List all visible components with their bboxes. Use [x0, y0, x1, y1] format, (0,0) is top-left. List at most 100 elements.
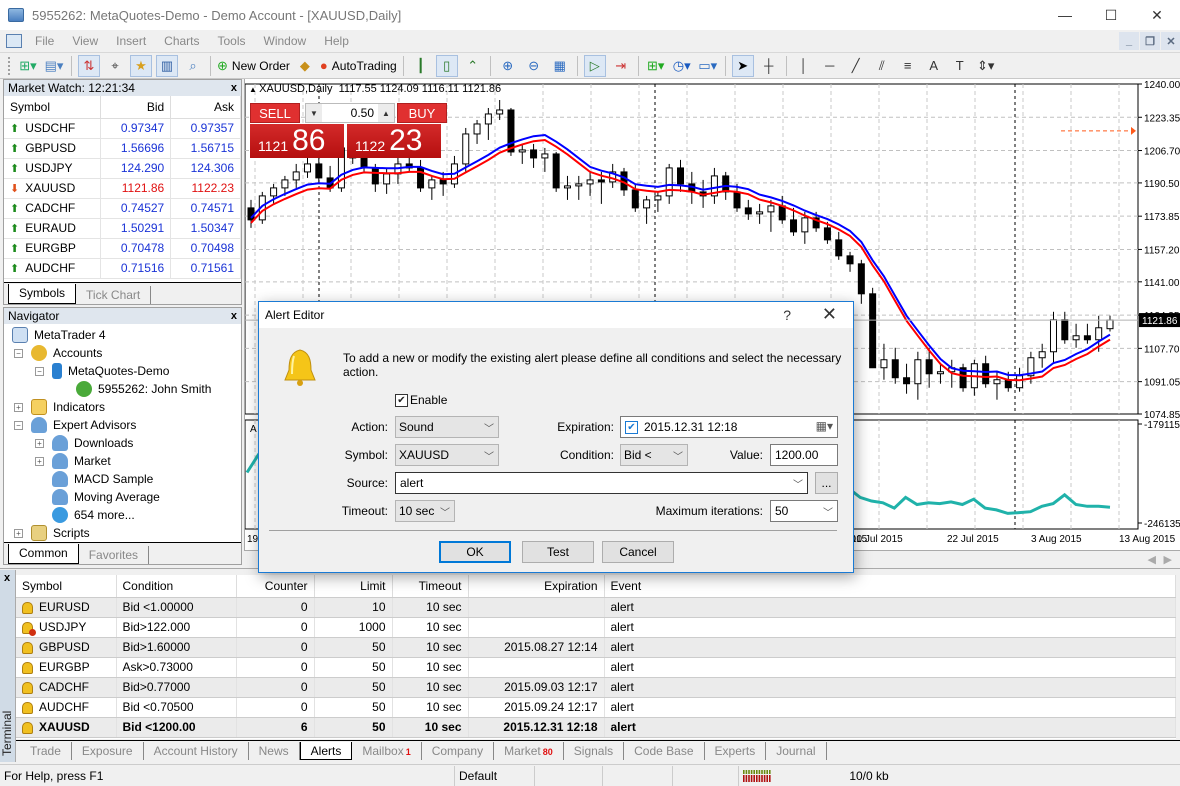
menu-help[interactable]: Help — [315, 34, 358, 48]
market-watch-icon[interactable]: ⇅ — [78, 54, 100, 77]
new-chart-icon[interactable]: ⊞▾ — [17, 55, 39, 77]
column-symbol[interactable]: Symbol — [16, 575, 117, 598]
column-event[interactable]: Event — [604, 575, 1176, 598]
alert-row[interactable]: EURUSD Bid <1.00000 0 10 10 sec alert — [16, 597, 1176, 618]
market-watch-row[interactable]: ⬇ XAUUSD 1121.86 1122.23 — [4, 178, 241, 199]
tab-company[interactable]: Company — [422, 742, 495, 760]
trendline-icon[interactable]: ╱ — [845, 55, 867, 77]
column-timeout[interactable]: Timeout — [392, 575, 469, 598]
horizontal-line-icon[interactable]: ─ — [819, 55, 841, 77]
strategy-tester-icon[interactable]: ⌕ — [182, 55, 204, 77]
cancel-button[interactable]: Cancel — [602, 541, 674, 563]
tree-item-downloads[interactable]: + Downloads — [35, 434, 133, 452]
calendar-icon[interactable]: ▦▾ — [816, 419, 833, 433]
mdi-restore-button[interactable]: ❐ — [1140, 32, 1160, 50]
autoscroll-icon[interactable]: ⇥ — [610, 55, 632, 77]
menu-tools[interactable]: Tools — [209, 34, 255, 48]
cursor-icon[interactable]: ➤ — [731, 54, 754, 77]
close-button[interactable]: ✕ — [1134, 0, 1180, 30]
tab-experts[interactable]: Experts — [705, 742, 767, 760]
close-icon[interactable]: x — [4, 572, 10, 584]
expiration-field[interactable]: ✔ 2015.12.31 12:18 ▦▾ — [620, 416, 838, 438]
market-watch-row[interactable]: ⬆ GBPUSD 1.56696 1.56715 — [4, 138, 241, 159]
expand-icon[interactable]: + — [14, 402, 23, 412]
lot-decrease-icon[interactable]: ▼ — [306, 104, 322, 122]
tab-mailbox[interactable]: Mailbox 1 — [352, 742, 422, 760]
tree-item-account[interactable]: 5955262: John Smith — [76, 380, 211, 398]
profiles-icon[interactable]: ▤▾ — [43, 55, 65, 77]
timeout-select[interactable]: 10 sec ﹀ — [395, 500, 455, 522]
collapse-icon[interactable]: − — [14, 348, 23, 358]
value-input[interactable]: 1200.00 — [770, 444, 838, 466]
max-iterations-select[interactable]: 50 ﹀ — [770, 500, 838, 522]
tab-news[interactable]: News — [249, 742, 300, 760]
market-watch-row[interactable]: ⬆ USDCHF 0.97347 0.97357 — [4, 118, 241, 139]
tree-item-metatrader[interactable]: MetaTrader 4 — [12, 326, 106, 344]
indicators-icon[interactable]: ⊞▾ — [645, 55, 667, 77]
tree-item-server[interactable]: − MetaQuotes-Demo — [35, 362, 169, 380]
symbol-select[interactable]: XAUUSD ﹀ — [395, 444, 499, 466]
data-window-icon[interactable]: ⌖ — [104, 55, 126, 77]
chart-window-icon[interactable] — [6, 34, 22, 48]
market-watch-row[interactable]: ⬆ USDJPY 124.290 124.306 — [4, 158, 241, 179]
expand-icon[interactable]: + — [35, 438, 44, 448]
autotrading-button[interactable]: ● AutoTrading — [320, 55, 397, 77]
tab-common[interactable]: Common — [8, 544, 79, 564]
lot-size-input[interactable]: ▼ 0.50 ▲ — [305, 103, 395, 123]
zoom-out-icon[interactable]: ⊖ — [523, 55, 545, 77]
metaeditor-icon[interactable]: ◆ — [294, 55, 316, 77]
alert-row[interactable]: USDJPY Bid>122.000 0 1000 10 sec alert — [16, 617, 1176, 638]
column-symbol[interactable]: Symbol — [4, 96, 102, 119]
sell-button[interactable]: SELL — [250, 103, 300, 123]
tab-exposure[interactable]: Exposure — [72, 742, 144, 760]
collapse-icon[interactable]: − — [14, 420, 23, 430]
fibonacci-icon[interactable]: ≡ — [897, 55, 919, 77]
tree-item-moving-average[interactable]: Moving Average — [52, 488, 160, 506]
tab-market[interactable]: Market 80 — [494, 742, 564, 760]
bar-chart-icon[interactable]: ┃ — [410, 55, 432, 77]
menu-charts[interactable]: Charts — [155, 34, 208, 48]
ok-button[interactable]: OK — [439, 541, 511, 563]
menu-view[interactable]: View — [63, 34, 107, 48]
tab-code-base[interactable]: Code Base — [624, 742, 705, 760]
chevron-down-icon[interactable]: ﹀ — [793, 476, 803, 491]
vertical-line-icon[interactable]: │ — [793, 55, 815, 77]
browse-button[interactable]: ... — [815, 472, 838, 494]
market-watch-row[interactable]: ⬆ AUDCHF 0.71516 0.71561 — [4, 258, 241, 279]
column-counter[interactable]: Counter — [236, 575, 315, 598]
terminal-icon[interactable]: ▥ — [156, 54, 178, 77]
toolbar-grip[interactable] — [8, 56, 11, 75]
equidistant-channel-icon[interactable]: ⫽ — [871, 55, 893, 77]
column-expiration[interactable]: Expiration — [468, 575, 605, 598]
market-watch-row[interactable]: ⬆ CADCHF 0.74527 0.74571 — [4, 198, 241, 219]
buy-button[interactable]: BUY — [397, 103, 447, 123]
column-condition[interactable]: Condition — [116, 575, 237, 598]
crosshair-icon[interactable]: ┼ — [758, 55, 780, 77]
tab-trade[interactable]: Trade — [20, 742, 72, 760]
expand-icon[interactable]: + — [35, 456, 44, 466]
tree-item-macd-sample[interactable]: MACD Sample — [52, 470, 153, 488]
market-watch-row[interactable]: ⬆ EURAUD 1.50291 1.50347 — [4, 218, 241, 239]
column-limit[interactable]: Limit — [314, 575, 393, 598]
close-icon[interactable]: x — [231, 82, 237, 94]
periods-icon[interactable]: ◷▾ — [671, 55, 693, 77]
templates-icon[interactable]: ▭▾ — [697, 55, 719, 77]
tile-windows-icon[interactable]: ▦ — [549, 55, 571, 77]
enable-checkbox[interactable]: ✔ Enable — [395, 393, 447, 407]
expand-icon[interactable]: + — [14, 528, 23, 538]
alert-row[interactable]: XAUUSD Bid <1200.00 6 50 10 sec 2015.12.… — [16, 717, 1176, 738]
tree-item-indicators[interactable]: + Indicators — [14, 398, 105, 416]
alert-row[interactable]: EURGBP Ask>0.73000 0 50 10 sec alert — [16, 657, 1176, 678]
scroll-left-icon[interactable]: ◀ — [1148, 553, 1156, 566]
tree-item-accounts[interactable]: − Accounts — [14, 344, 102, 362]
buy-price[interactable]: 1122 23 — [347, 124, 441, 158]
column-bid[interactable]: Bid — [100, 96, 172, 119]
dialog-close-button[interactable]: ✕ — [822, 304, 837, 325]
close-icon[interactable]: x — [231, 310, 237, 322]
expiration-checkbox[interactable]: ✔ — [625, 420, 638, 434]
menu-file[interactable]: File — [26, 34, 63, 48]
scroll-right-icon[interactable]: ▶ — [1164, 553, 1172, 566]
tree-item-scripts[interactable]: + Scripts — [14, 524, 90, 542]
minimize-button[interactable]: — — [1042, 0, 1088, 30]
mdi-close-button[interactable]: ✕ — [1161, 32, 1180, 50]
